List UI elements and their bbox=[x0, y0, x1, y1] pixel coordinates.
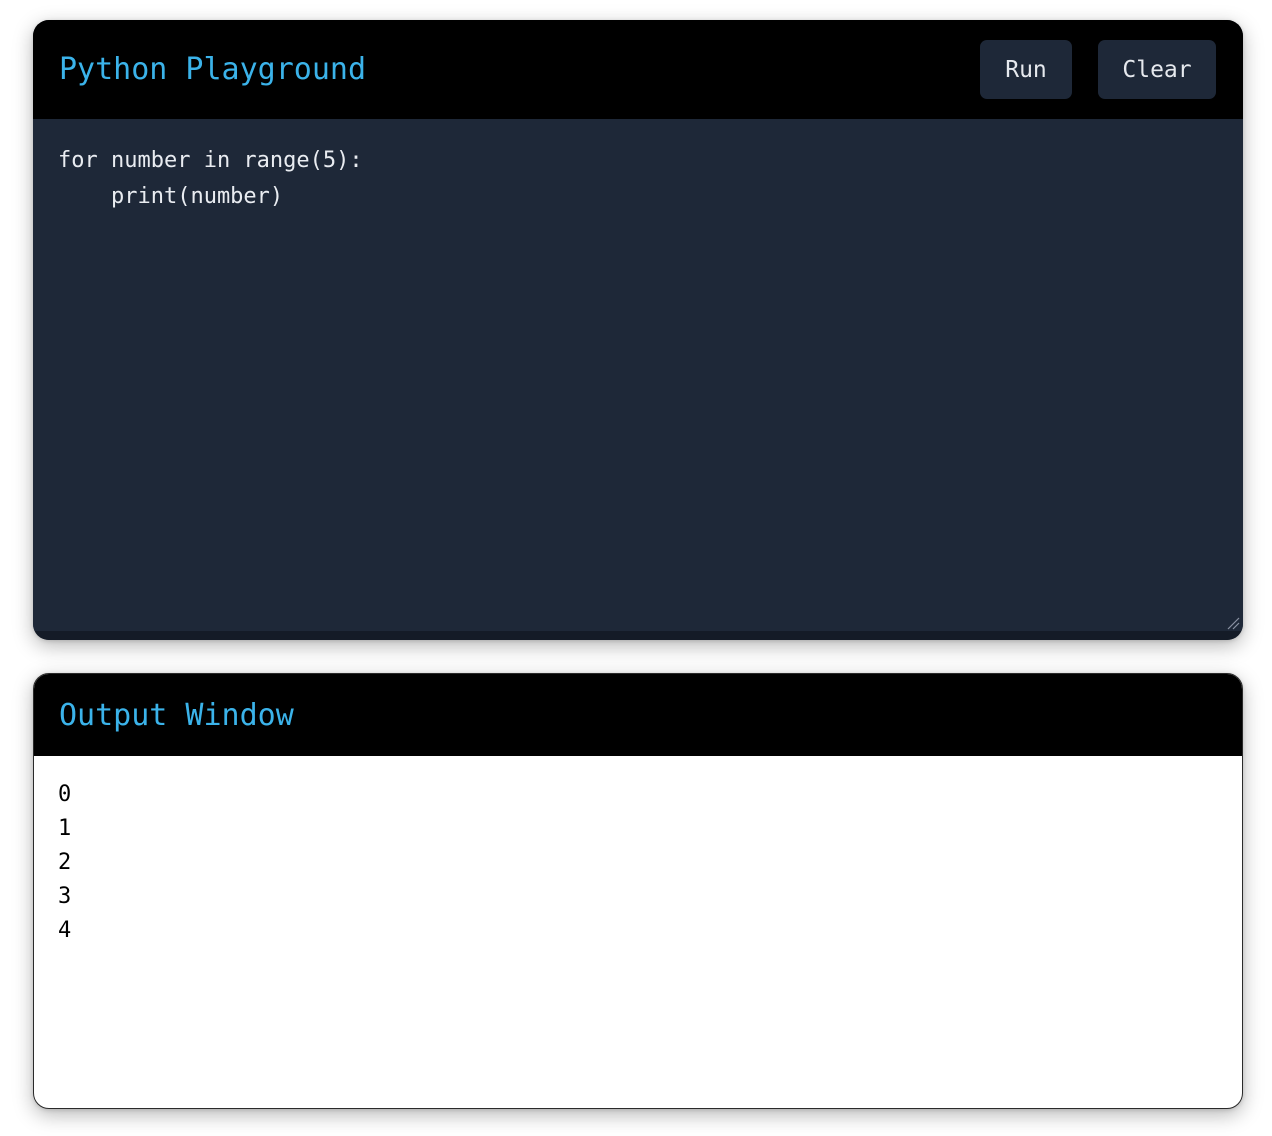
output-line: 1 bbox=[58, 816, 72, 841]
output-line: 2 bbox=[58, 850, 72, 875]
output-header: Output Window bbox=[34, 674, 1242, 756]
output-line: 0 bbox=[58, 782, 72, 807]
clear-button[interactable]: Clear bbox=[1098, 40, 1216, 99]
editor-header: Python Playground Run Clear bbox=[33, 20, 1243, 119]
editor-panel: Python Playground Run Clear for number i… bbox=[33, 20, 1243, 640]
output-line: 3 bbox=[58, 884, 72, 909]
editor-bottom-border bbox=[33, 631, 1243, 640]
output-line: 4 bbox=[58, 918, 72, 943]
code-editor[interactable]: for number in range(5): print(number) bbox=[33, 119, 1243, 631]
resize-handle-icon[interactable] bbox=[1226, 616, 1240, 630]
output-content: 0 1 2 3 4 bbox=[34, 756, 1242, 970]
run-button[interactable]: Run bbox=[980, 40, 1072, 99]
output-title: Output Window bbox=[59, 697, 294, 733]
editor-toolbar: Run Clear bbox=[980, 40, 1216, 99]
editor-title: Python Playground bbox=[59, 52, 367, 87]
output-panel: Output Window 0 1 2 3 4 bbox=[33, 673, 1243, 1109]
